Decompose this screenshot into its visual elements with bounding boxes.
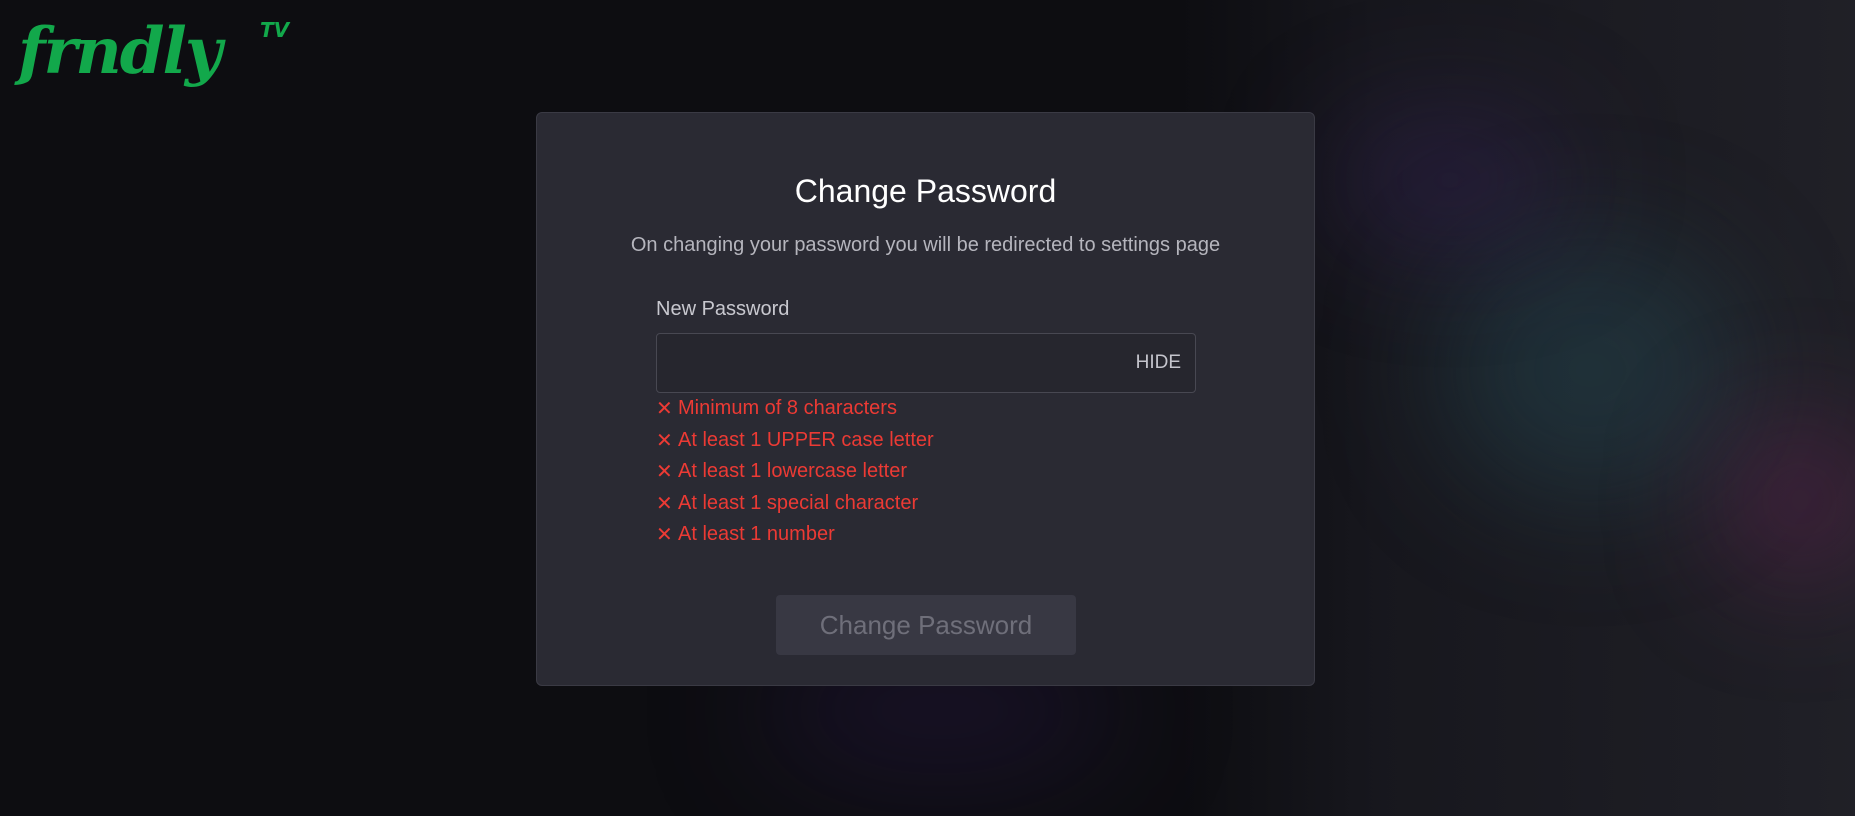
- background-glow: [1440, 240, 1740, 500]
- new-password-input[interactable]: [657, 334, 1097, 392]
- requirement-text: At least 1 UPPER case letter: [678, 428, 934, 451]
- requirement-item: ✕ At least 1 number: [656, 519, 934, 551]
- requirement-item: ✕ At least 1 UPPER case letter: [656, 425, 934, 457]
- requirement-item: ✕ At least 1 lowercase letter: [656, 456, 934, 488]
- x-icon: ✕: [656, 398, 673, 421]
- logo-wordmark: frndly: [18, 14, 222, 89]
- requirement-text: At least 1 lowercase letter: [678, 460, 907, 483]
- requirement-item: ✕ Minimum of 8 characters: [656, 393, 934, 425]
- requirement-text: At least 1 number: [678, 523, 835, 546]
- x-icon: ✕: [656, 492, 673, 515]
- page: frndly TV Change Password On changing yo…: [0, 0, 1855, 816]
- x-icon: ✕: [656, 524, 673, 547]
- x-icon: ✕: [656, 461, 673, 484]
- password-requirements: ✕ Minimum of 8 characters ✕ At least 1 U…: [656, 393, 934, 551]
- hide-password-toggle[interactable]: HIDE: [1136, 350, 1181, 376]
- new-password-field: HIDE: [656, 333, 1196, 393]
- frndly-tv-logo[interactable]: frndly TV: [18, 16, 290, 92]
- change-password-button[interactable]: Change Password: [776, 595, 1076, 655]
- requirement-text: Minimum of 8 characters: [678, 397, 897, 420]
- page-subtitle: On changing your password you will be re…: [630, 234, 1221, 256]
- change-password-card: Change Password On changing your passwor…: [536, 112, 1315, 686]
- background-glow: [1330, 120, 1570, 240]
- new-password-label: New Password: [656, 298, 790, 320]
- requirement-item: ✕ At least 1 special character: [656, 488, 934, 520]
- x-icon: ✕: [656, 429, 673, 452]
- logo-tv-mark: TV: [260, 18, 290, 42]
- requirement-text: At least 1 special character: [678, 491, 919, 514]
- page-title: Change Password: [794, 173, 1057, 209]
